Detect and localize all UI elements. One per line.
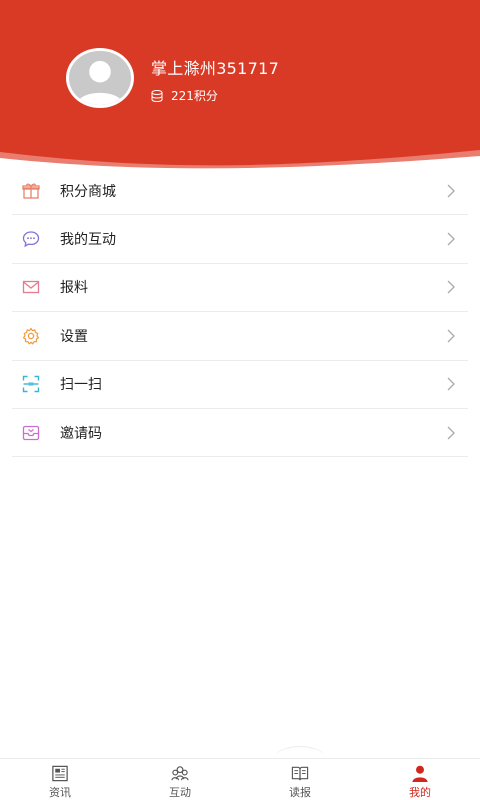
book-icon (291, 766, 309, 781)
tab-interaction[interactable]: 互动 (120, 759, 240, 800)
gear-icon (21, 326, 41, 346)
tab-read-paper[interactable]: 读报 (240, 759, 360, 800)
tab-mine[interactable]: 我的 (360, 759, 480, 800)
coins-icon (151, 89, 163, 102)
chevron-right-icon (447, 232, 455, 246)
newspaper-icon (52, 765, 68, 782)
tab-label: 我的 (409, 786, 431, 799)
menu-label: 邀请码 (60, 425, 102, 442)
menu-item-settings[interactable]: 设置 (12, 312, 468, 361)
mail-icon (21, 277, 41, 297)
menu-label: 我的互动 (60, 232, 116, 249)
points-row[interactable]: 221积分 (151, 87, 218, 104)
chat-bubble-icon (21, 229, 41, 249)
menu-item-report[interactable]: 报料 (12, 264, 468, 313)
menu-item-scan[interactable]: 扫一扫 (12, 361, 468, 409)
scan-icon (21, 374, 41, 394)
profile-page: 掌上滁州351717 221积分 积分商城 我的互动 报料 设置 扫一扫 邀请码… (0, 0, 480, 800)
chevron-right-icon (447, 329, 455, 343)
chevron-right-icon (447, 281, 455, 294)
menu-label: 扫一扫 (60, 377, 102, 394)
menu-label: 报料 (60, 280, 88, 297)
profile-header: 掌上滁州351717 221积分 (0, 0, 480, 170)
chevron-right-icon (447, 377, 455, 391)
bottom-tab-bar: 资讯 互动 读报 我的 (0, 758, 480, 800)
menu-item-points-mall[interactable]: 积分商城 (12, 167, 468, 216)
default-avatar-icon (69, 51, 131, 105)
username: 掌上滁州351717 (151, 59, 280, 78)
menu-item-invite-code[interactable]: 邀请码 (12, 409, 468, 458)
people-icon (171, 766, 189, 781)
gift-icon (21, 181, 41, 201)
menu-label: 积分商城 (60, 183, 116, 200)
menu-item-my-interaction[interactable]: 我的互动 (12, 215, 468, 264)
tab-label: 读报 (289, 786, 311, 799)
header-wave (0, 150, 480, 170)
chevron-right-icon (447, 426, 455, 440)
profile-menu: 积分商城 我的互动 报料 设置 扫一扫 邀请码 (12, 167, 468, 458)
tab-label: 互动 (169, 786, 191, 799)
chevron-right-icon (447, 184, 455, 198)
inbox-icon (21, 423, 41, 443)
points-label: 221积分 (171, 89, 218, 103)
user-icon (412, 765, 428, 783)
avatar[interactable] (66, 48, 134, 108)
menu-label: 设置 (60, 328, 88, 345)
tab-news[interactable]: 资讯 (0, 759, 120, 800)
tab-label: 资讯 (49, 786, 71, 799)
